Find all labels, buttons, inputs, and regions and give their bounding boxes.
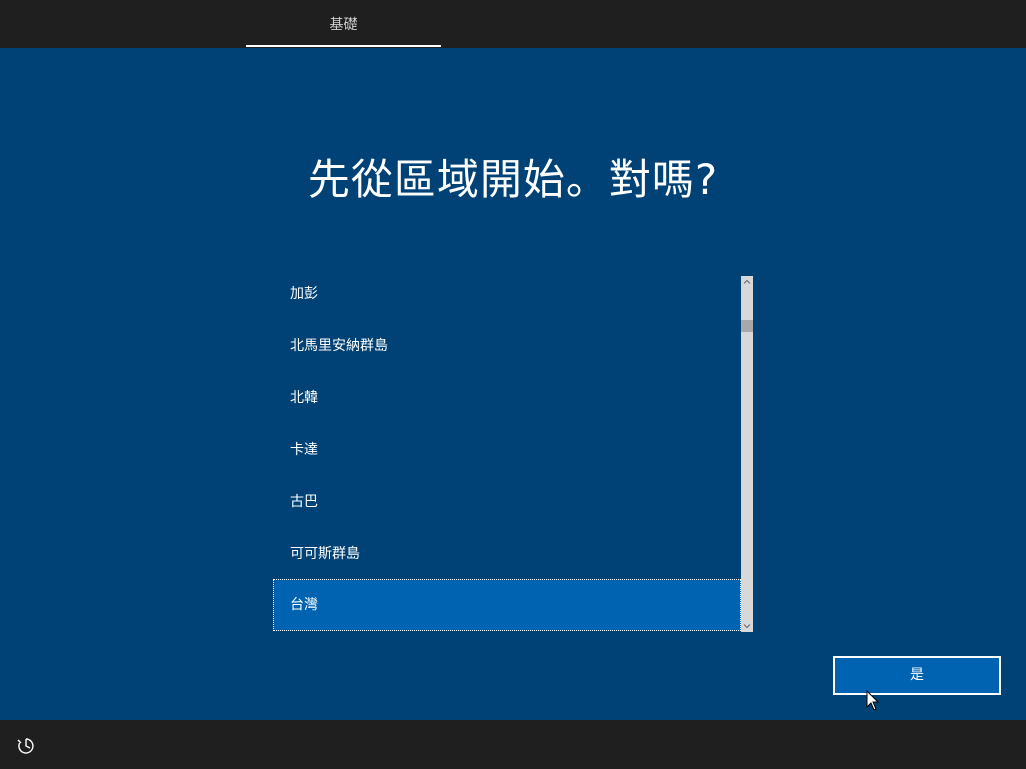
region-list-scrollbar[interactable] bbox=[741, 276, 753, 632]
list-item-region[interactable]: 卡達 bbox=[273, 424, 741, 476]
yes-button[interactable]: 是 bbox=[833, 656, 1001, 695]
list-item-region[interactable]: 可可斯群島 bbox=[273, 528, 741, 580]
tab-active-indicator bbox=[246, 45, 441, 47]
list-item-region[interactable]: 古巴 bbox=[273, 476, 741, 528]
bottom-bar bbox=[0, 720, 1026, 769]
tab-basics[interactable]: 基礎 bbox=[246, 0, 441, 48]
chevron-up-icon[interactable] bbox=[741, 276, 753, 288]
mouse-cursor-icon bbox=[866, 689, 880, 712]
list-item-region[interactable]: 北馬里安納群島 bbox=[273, 320, 741, 372]
chevron-down-icon[interactable] bbox=[741, 620, 753, 632]
list-item-region[interactable]: 加彭 bbox=[273, 276, 741, 320]
ease-of-access-icon[interactable] bbox=[16, 736, 36, 756]
list-item-region-selected[interactable]: 台灣 bbox=[273, 579, 741, 631]
top-bar bbox=[0, 0, 1026, 48]
region-list[interactable]: 加彭 北馬里安納群島 北韓 卡達 古巴 可可斯群島 台灣 bbox=[273, 276, 741, 631]
page-title: 先從區域開始。對嗎? bbox=[307, 155, 719, 205]
scrollbar-thumb[interactable] bbox=[741, 320, 753, 332]
list-item-region[interactable]: 北韓 bbox=[273, 372, 741, 424]
